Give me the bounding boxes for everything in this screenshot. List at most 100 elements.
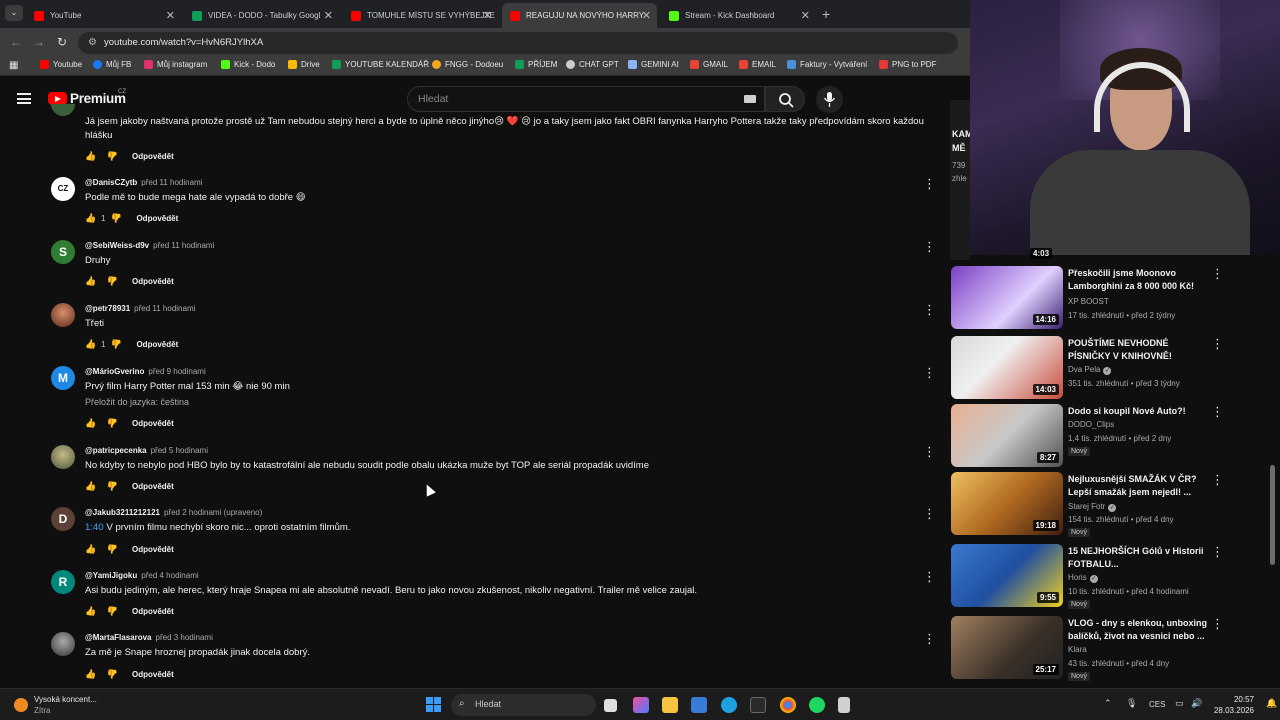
more-options-icon[interactable]: ⋮ — [1211, 337, 1224, 350]
comment-time[interactable]: před 11 hodinami — [134, 304, 195, 313]
video-title[interactable]: Nejluxusnější SMAŽÁK V ČR? Lepší smažák … — [1068, 473, 1208, 499]
comment-time[interactable]: před 11 hodinami — [153, 241, 214, 250]
comment-author[interactable]: @MartaFlasarova — [85, 633, 152, 642]
file-explorer-icon[interactable] — [662, 697, 678, 713]
tab-search-button[interactable]: ⌄ — [5, 5, 23, 21]
video-timestamp-link[interactable]: 1:40 — [85, 522, 104, 533]
avatar[interactable]: S — [51, 240, 75, 264]
volume-icon[interactable]: 🔊 — [1191, 698, 1202, 709]
comment-author[interactable]: @YamiJigoku — [85, 571, 137, 580]
comment-author[interactable]: @patricpecenka — [85, 446, 147, 455]
thumbs-down-icon[interactable]: 👍 — [107, 276, 118, 286]
store-icon[interactable] — [691, 697, 707, 713]
more-options-icon[interactable]: ⋮ — [923, 303, 936, 316]
weather-icon[interactable] — [14, 698, 28, 712]
bookmark-fb[interactable]: Můj FB — [93, 60, 131, 69]
network-icon[interactable]: ▭ — [1175, 698, 1184, 709]
channel-name[interactable]: DODO_Clips — [1068, 420, 1114, 429]
show-hidden-icons-icon[interactable]: ⌃ — [1104, 698, 1112, 709]
comment-time[interactable]: před 4 hodinami — [141, 571, 198, 580]
video-thumbnail[interactable]: 8:27 — [951, 404, 1063, 467]
video-thumbnail[interactable]: 14:16 — [951, 266, 1063, 329]
comment-time[interactable]: před 11 hodinami — [141, 178, 202, 187]
thumbs-up-icon[interactable]: 👍 — [85, 213, 96, 223]
close-tab-icon[interactable]: ✕ — [483, 9, 492, 22]
spotify-icon[interactable] — [809, 697, 825, 713]
video-title[interactable]: Přeskočili jsme Moonovo Lamborghini za 8… — [1068, 267, 1208, 293]
bookmark-email[interactable]: EMAIL — [739, 60, 776, 69]
tab-youtube[interactable]: YouTube ✕ — [26, 3, 181, 28]
bookmark-drive[interactable]: Drive — [288, 60, 320, 69]
recommended-video[interactable]: 9:55 15 NEJHORŠÍCH Gólů v Historii FOTBA… — [951, 544, 1271, 609]
thumbs-down-icon[interactable]: 👍 — [107, 606, 118, 616]
reload-icon[interactable]: ↻ — [57, 35, 67, 49]
apps-grid-icon[interactable]: ▦ — [9, 60, 18, 71]
language-indicator[interactable]: CES — [1149, 700, 1165, 709]
more-options-icon[interactable]: ⋮ — [923, 366, 936, 379]
thumbs-down-icon[interactable]: 👍 — [107, 669, 118, 679]
video-title[interactable]: VLOG - dny s elenkou, unboxing balíčků, … — [1068, 617, 1208, 643]
close-tab-icon[interactable]: ✕ — [166, 9, 175, 22]
video-thumbnail[interactable]: 9:55 — [951, 544, 1063, 607]
bookmark-yt-calendar[interactable]: YOUTUBE KALENDÁŘ — [332, 60, 429, 69]
video-thumbnail[interactable]: 25:17 — [951, 616, 1063, 679]
bookmark-prijem[interactable]: PŘÍJEM — [515, 60, 557, 69]
video-title[interactable]: Dodo si koupil Nové Auto?! — [1068, 405, 1208, 418]
reply-button[interactable]: Odpovědět — [136, 214, 178, 223]
recommended-video[interactable]: 25:17 VLOG - dny s elenkou, unboxing bal… — [951, 616, 1271, 681]
channel-name[interactable]: Horis ✓ — [1068, 573, 1098, 583]
comment-author[interactable]: @DanisCZytb — [85, 178, 137, 187]
reply-button[interactable]: Odpovědět — [132, 152, 174, 161]
thumbs-down-icon[interactable]: 👍 — [107, 481, 118, 491]
reply-button[interactable]: Odpovědět — [132, 670, 174, 679]
avatar[interactable] — [51, 632, 75, 656]
edge-icon[interactable] — [721, 697, 737, 713]
close-tab-icon[interactable]: ✕ — [642, 9, 651, 22]
thumbs-up-icon[interactable]: 👍 — [85, 418, 96, 428]
more-options-icon[interactable]: ⋮ — [1211, 405, 1224, 418]
channel-name[interactable]: Klara — [1068, 645, 1087, 654]
thumbs-down-icon[interactable]: 👍 — [107, 151, 118, 161]
thumbs-down-icon[interactable]: 👍 — [107, 544, 118, 554]
avatar[interactable] — [51, 303, 75, 327]
comment-author[interactable]: @Jakub3211212121 — [85, 508, 160, 517]
avatar[interactable]: R — [51, 570, 75, 594]
windows-start-icon[interactable] — [426, 697, 442, 713]
more-options-icon[interactable]: ⋮ — [923, 177, 936, 190]
address-bar[interactable]: ⚙ youtube.com/watch?v=HvN6RJYlhXA — [78, 32, 958, 54]
comment-author[interactable]: @petr78931 — [85, 304, 130, 313]
new-tab-icon[interactable]: + — [822, 6, 830, 22]
site-info-icon[interactable]: ⚙ — [88, 37, 97, 48]
thumbs-up-icon[interactable]: 👍 — [85, 606, 96, 616]
tab-sheets[interactable]: VIDEA - DODO - Tabulky Googl ✕ — [184, 3, 339, 28]
thumbs-down-icon[interactable]: 👍 — [111, 339, 122, 349]
comment-time[interactable]: před 3 hodinami — [156, 633, 213, 642]
more-options-icon[interactable]: ⋮ — [1211, 267, 1224, 280]
clock-date[interactable]: 28.03.2026 — [1210, 706, 1254, 715]
recommended-video[interactable]: 19:18 Nejluxusnější SMAŽÁK V ČR? Lepší s… — [951, 472, 1271, 537]
bookmark-fngg[interactable]: FNGG - Dodoeu — [432, 60, 503, 69]
forward-icon[interactable]: → — [33, 35, 45, 49]
comment-time[interactable]: před 9 hodinami — [148, 367, 205, 376]
close-tab-icon[interactable]: ✕ — [801, 9, 810, 22]
more-options-icon[interactable]: ⋮ — [923, 445, 936, 458]
task-view-icon[interactable] — [604, 699, 617, 712]
video-thumbnail[interactable]: 14:03 — [951, 336, 1063, 399]
avatar[interactable]: D — [51, 507, 75, 531]
reply-button[interactable]: Odpovědět — [132, 419, 174, 428]
bookmark-gemini[interactable]: GEMINI AI — [628, 60, 679, 69]
back-icon[interactable]: ← — [10, 35, 22, 49]
copilot-icon[interactable] — [633, 697, 649, 713]
thumbs-up-icon[interactable]: 👍 — [85, 151, 96, 161]
thumbs-up-icon[interactable]: 👍 — [85, 544, 96, 554]
thumbs-up-icon[interactable]: 👍 — [85, 481, 96, 491]
channel-name[interactable]: Starej Fotr ✓ — [1068, 502, 1117, 512]
calculator-icon[interactable] — [838, 697, 850, 713]
reply-button[interactable]: Odpovědět — [132, 545, 174, 554]
bookmark-kick[interactable]: Kick - Dodo — [221, 60, 275, 69]
tab-kick-dashboard[interactable]: Stream - Kick Dashboard ✕ — [661, 3, 816, 28]
bookmark-png-to-pdf[interactable]: PNG to PDF — [879, 60, 936, 69]
bookmark-youtube[interactable]: Youtube — [40, 60, 82, 69]
more-options-icon[interactable]: ⋮ — [923, 632, 936, 645]
channel-name[interactable]: XP BOOST — [1068, 297, 1109, 306]
